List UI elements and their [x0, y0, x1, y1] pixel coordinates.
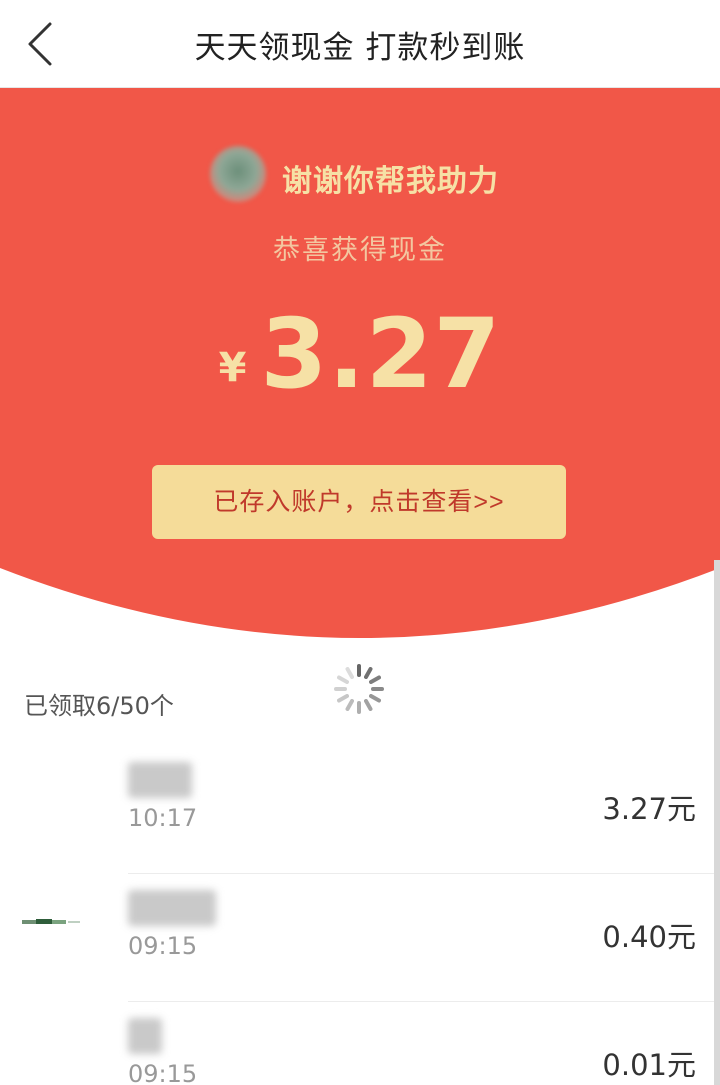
red-envelope-card: 谢谢你帮我助力 恭喜获得现金 ¥3.27 已存入账户，点击查看>> [0, 88, 720, 640]
congrats-subtitle: 恭喜获得现金 [273, 235, 447, 266]
record-amount: 0.40元 [602, 920, 696, 954]
list-item[interactable]: 09:15 0.40元 [0, 874, 720, 1002]
user-avatar [22, 919, 80, 924]
list-item[interactable]: 09:15 0.01元 [0, 1002, 720, 1085]
helper-avatar [210, 146, 266, 202]
cash-amount: ¥3.27 [0, 298, 720, 410]
view-account-button[interactable]: 已存入账户，点击查看>> [152, 465, 566, 539]
user-name-blurred [128, 890, 216, 926]
loading-spinner-icon [334, 664, 384, 714]
record-time: 09:15 [128, 1060, 198, 1085]
record-amount: 3.27元 [602, 792, 696, 826]
user-name-blurred [128, 762, 192, 798]
currency-symbol: ¥ [218, 345, 247, 391]
scrollbar[interactable] [714, 560, 720, 1085]
list-item[interactable]: 10:17 3.27元 [0, 746, 720, 874]
amount-value: 3.27 [260, 298, 502, 410]
navigation-bar: 天天领现金 打款秒到账 [0, 0, 720, 88]
record-time: 10:17 [128, 804, 198, 832]
helper-message: 谢谢你帮我助力 [282, 164, 499, 199]
user-name-blurred [128, 1018, 162, 1054]
record-time: 09:15 [128, 932, 198, 960]
record-amount: 0.01元 [602, 1048, 696, 1082]
page-title: 天天领现金 打款秒到账 [194, 30, 526, 66]
claimed-count: 已领取6/50个 [24, 692, 174, 720]
